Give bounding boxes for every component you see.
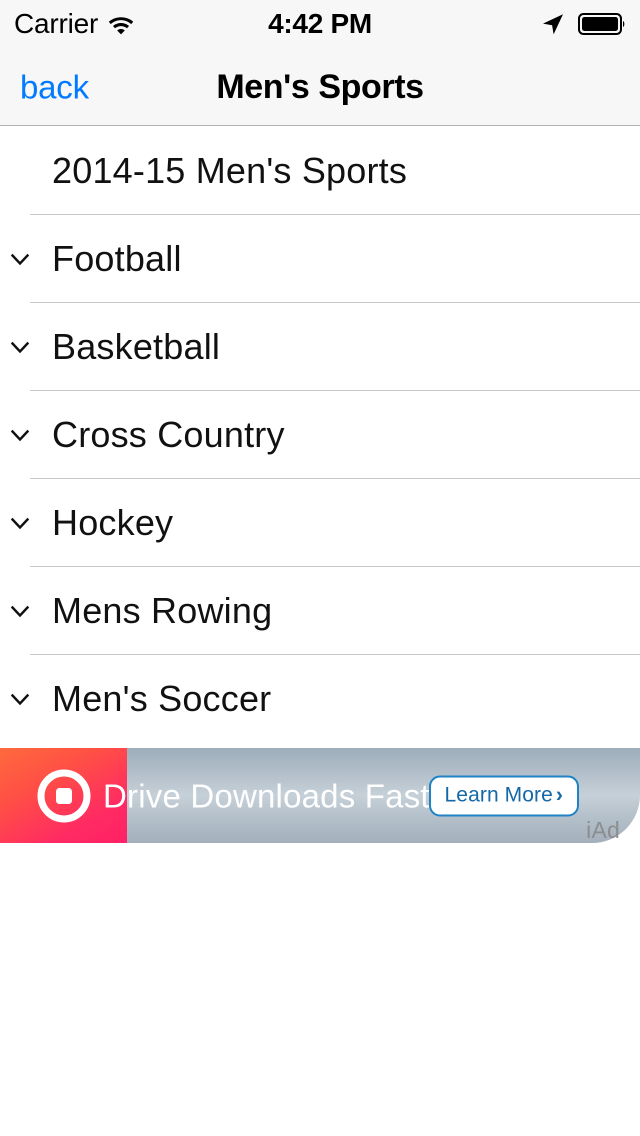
sports-list: 2014-15 Men's Sports Football Basketball… <box>0 127 640 743</box>
list-item[interactable]: Cross Country <box>0 391 640 479</box>
list-item-label: Mens Rowing <box>52 590 273 631</box>
status-bar-left: Carrier <box>14 10 135 38</box>
list-item[interactable]: 2014-15 Men's Sports <box>0 127 640 215</box>
list-item-label: Cross Country <box>52 414 285 455</box>
list-item[interactable]: Football <box>0 215 640 303</box>
chevron-down-icon[interactable] <box>9 688 31 710</box>
status-bar-right <box>540 11 626 37</box>
learn-more-label: Learn More <box>444 782 553 806</box>
list-item-label: Basketball <box>52 326 221 367</box>
list-item-label: 2014-15 Men's Sports <box>52 150 408 191</box>
target-square-icon <box>35 767 93 825</box>
list-item[interactable]: Mens Rowing <box>0 567 640 655</box>
page-title: Men's Sports <box>216 67 424 106</box>
list-item[interactable]: Basketball <box>0 303 640 391</box>
iad-headline: Drive Downloads Faster <box>103 777 460 814</box>
list-item-label: Hockey <box>52 502 174 543</box>
chevron-right-icon: › <box>555 782 563 806</box>
iad-network-tag: iAd <box>586 817 620 843</box>
navigation-bar: back Men's Sports <box>0 48 640 126</box>
battery-full-icon <box>578 12 626 36</box>
learn-more-button[interactable]: Learn More › <box>428 774 579 817</box>
list-item[interactable]: Men's Soccer <box>0 655 640 743</box>
status-bar: Carrier 4:42 PM <box>0 0 640 48</box>
chevron-down-icon[interactable] <box>9 248 31 270</box>
chevron-down-icon[interactable] <box>9 424 31 446</box>
carrier-label: Carrier <box>14 8 99 39</box>
chevron-down-icon[interactable] <box>9 600 31 622</box>
list-item-label: Men's Soccer <box>52 678 272 719</box>
list-item-label: Football <box>52 238 182 279</box>
list-item[interactable]: Hockey <box>0 479 640 567</box>
chevron-down-icon[interactable] <box>9 512 31 534</box>
chevron-down-icon[interactable] <box>9 336 31 358</box>
wifi-icon <box>107 13 135 35</box>
iad-banner[interactable]: Drive Downloads Faster Learn More › iAd <box>0 748 640 843</box>
location-arrow-icon <box>540 11 566 37</box>
